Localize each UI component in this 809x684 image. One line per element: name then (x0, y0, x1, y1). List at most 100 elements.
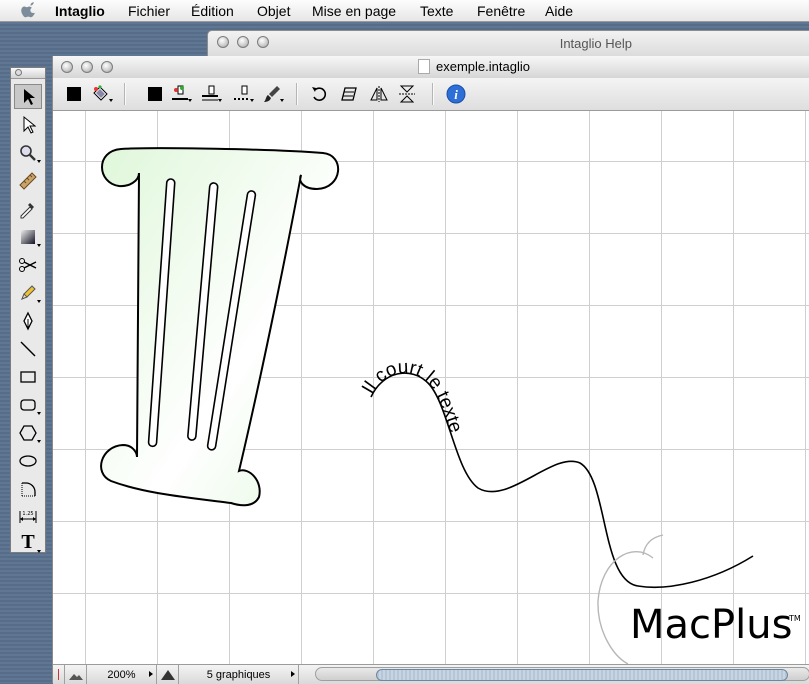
line-icon (20, 341, 36, 356)
stroke-color-button[interactable] (143, 83, 167, 105)
document-title: exemple.intaglio (436, 59, 530, 74)
brush-button[interactable] (260, 83, 284, 105)
line-tool[interactable] (14, 336, 42, 361)
rotate-button[interactable] (308, 83, 332, 105)
fill-color-button[interactable] (62, 83, 86, 105)
zoom-popup[interactable]: 200% (87, 665, 157, 684)
zoom-button[interactable] (101, 61, 113, 73)
fill-color-icon (67, 87, 81, 101)
ruler-icon (19, 171, 37, 190)
dash-icon (234, 85, 250, 100)
info-icon: i (446, 84, 466, 104)
dimension-icon: 1.25 (19, 510, 37, 523)
svg-text:1.25: 1.25 (22, 511, 33, 517)
help-zoom-button[interactable] (257, 36, 269, 48)
line-width-button[interactable] (198, 83, 222, 105)
drawing-canvas[interactable]: Il court le texte MacPlus TM (53, 111, 809, 664)
column-shape[interactable] (100, 147, 339, 507)
skew-icon (341, 87, 357, 101)
canvas-artwork: Il court le texte MacPlus TM (100, 147, 801, 664)
help-window-title: Intaglio Help (559, 36, 632, 51)
flip-vertical-icon (399, 85, 415, 103)
layer-indicator[interactable] (53, 665, 65, 684)
arrow-tool[interactable] (14, 84, 42, 109)
curved-text: Il court le texte (358, 357, 466, 435)
help-minimize-button[interactable] (237, 36, 249, 48)
document-proxy-icon[interactable] (418, 59, 430, 74)
horizontal-scrollbar[interactable] (303, 667, 809, 681)
minimize-button[interactable] (81, 61, 93, 73)
rounded-rectangle-icon (20, 398, 36, 411)
eyedropper-icon (20, 202, 34, 218)
toolbar-separator (124, 83, 126, 105)
mountain-large-icon (160, 669, 175, 680)
zoom-in-button[interactable] (157, 665, 179, 684)
dash-style-button[interactable] (230, 83, 254, 105)
paint-bucket-button[interactable] (89, 83, 113, 105)
menu-fichier[interactable]: Fichier (128, 3, 170, 19)
macplus-logo-text: MacPlus (630, 602, 792, 648)
menu-app-name[interactable]: Intaglio (55, 3, 105, 19)
arc-icon (21, 481, 36, 496)
text-tool[interactable]: T (14, 530, 42, 555)
document-title-bar[interactable]: exemple.intaglio (53, 56, 809, 79)
scissors-tool[interactable] (14, 252, 42, 277)
toolbar-separator (296, 83, 298, 105)
menu-objet[interactable]: Objet (257, 3, 290, 19)
menu-aide[interactable]: Aide (545, 3, 573, 19)
pen-tool[interactable] (14, 308, 42, 333)
close-button[interactable] (61, 61, 73, 73)
scrollbar-thumb[interactable] (376, 669, 788, 681)
text-tool-icon: T (21, 531, 35, 553)
stroke-style-icon (172, 85, 188, 100)
tool-palette: 1.25 T (10, 67, 46, 553)
svg-text:i: i (454, 87, 458, 102)
status-bar: 200% 5 graphiques (53, 664, 809, 684)
arrow-icon (24, 88, 35, 105)
arc-tool[interactable] (14, 476, 42, 501)
brush-icon (264, 86, 280, 102)
flip-vertical-button[interactable] (395, 83, 419, 105)
magnifier-icon (20, 144, 36, 161)
zoom-out-button[interactable] (65, 665, 87, 684)
flip-horizontal-button[interactable] (367, 83, 391, 105)
zoom-tool[interactable] (14, 140, 42, 165)
direct-select-tool[interactable] (14, 112, 42, 137)
ruler-tool[interactable] (14, 168, 42, 193)
rotate-icon (312, 87, 327, 101)
menu-edition[interactable]: Édition (191, 3, 234, 19)
palette-close-button[interactable] (15, 69, 22, 76)
pen-nib-icon (23, 311, 33, 330)
menu-mise-en-page[interactable]: Mise en page (312, 3, 396, 19)
paint-bucket-icon (93, 85, 108, 101)
rounded-rectangle-tool[interactable] (14, 392, 42, 417)
apple-menu-icon[interactable] (20, 2, 38, 20)
hexagon-icon (19, 424, 37, 441)
oval-tool[interactable] (14, 448, 42, 473)
gradient-icon (21, 229, 35, 244)
pencil-icon (21, 284, 36, 300)
selection-info-popup[interactable]: 5 graphiques (179, 665, 299, 684)
hollow-arrow-icon (23, 115, 37, 134)
palette-title-bar[interactable] (11, 68, 45, 79)
line-width-icon (202, 85, 218, 101)
toolbar-separator (432, 83, 434, 105)
menu-texte[interactable]: Texte (420, 3, 453, 19)
scrollbar-track[interactable] (315, 667, 809, 681)
pencil-tool[interactable] (14, 280, 42, 305)
scissors-icon (19, 257, 37, 272)
stroke-style-button[interactable] (168, 83, 192, 105)
rectangle-tool[interactable] (14, 364, 42, 389)
curved-text-path[interactable]: Il court le texte (358, 357, 754, 589)
dimension-tool[interactable]: 1.25 (14, 504, 42, 529)
document-window: exemple.intaglio i Il court le texte Mac… (52, 56, 809, 684)
info-button[interactable]: i (444, 83, 468, 105)
polygon-tool[interactable] (14, 420, 42, 445)
svg-text:Il court le texte: Il court le texte (358, 357, 466, 435)
help-close-button[interactable] (217, 36, 229, 48)
oval-icon (19, 454, 37, 467)
skew-button[interactable] (337, 83, 361, 105)
menu-fenetre[interactable]: Fenêtre (477, 3, 525, 19)
eyedropper-tool[interactable] (14, 196, 42, 221)
gradient-tool[interactable] (14, 224, 42, 249)
